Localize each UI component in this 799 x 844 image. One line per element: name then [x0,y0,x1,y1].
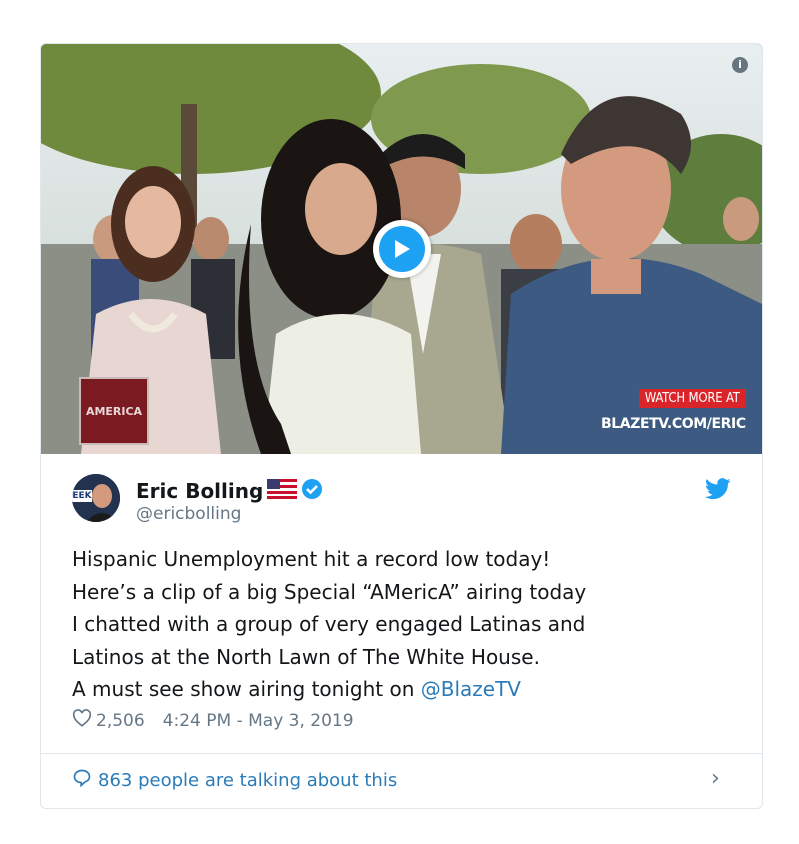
conversation-text[interactable]: 863 people are talking about this [98,770,397,791]
chevron-right-icon[interactable]: › [711,766,720,791]
tweet-line: Latinos at the North Lawn of The White H… [72,644,540,669]
info-icon[interactable]: i [732,57,748,73]
twitter-bird-icon[interactable] [705,478,731,504]
tweet-line: I chatted with a group of very engaged L… [72,612,586,636]
tweet-header: EEK Eric Bolling @ericbolling [72,474,732,530]
tweet-card: AMERICA WATCH MORE AT BLAZETV.COM/ERIC i… [40,43,763,809]
avatar[interactable]: EEK [72,474,120,522]
timestamp[interactable]: 4:24 PM - May 3, 2019 [163,711,354,731]
watch-more-overlay: WATCH MORE AT BLAZETV.COM/ERIC [601,387,746,432]
video-thumbnail[interactable]: AMERICA WATCH MORE AT BLAZETV.COM/ERIC i [41,44,762,454]
like-count[interactable]: 2,506 [96,711,145,731]
tweet-line-prefix: A must see show airing tonight on [72,677,421,701]
author-handle[interactable]: @ericbolling [136,504,241,524]
tweet-meta: 2,506 4:24 PM - May 3, 2019 [72,709,354,732]
verified-badge-icon [301,478,323,504]
heart-icon[interactable] [72,709,92,732]
divider [41,753,762,754]
show-logo-badge: AMERICA [79,377,149,445]
show-logo-text: AMERICA [85,404,143,418]
play-icon [379,226,425,272]
conversation-link[interactable]: 863 people are talking about this [72,768,397,793]
watch-more-label: WATCH MORE AT [638,389,746,408]
watch-more-url: BLAZETV.COM/ERIC [601,416,746,432]
author-name[interactable]: Eric Bolling [136,479,263,503]
play-button[interactable] [373,220,431,278]
comment-icon [72,768,92,793]
avatar-text: EEK [72,490,92,502]
tweet-line-last: A must see show airing tonight on @Blaze… [72,673,732,706]
us-flag-icon [267,479,298,503]
mention-link[interactable]: @BlazeTV [421,677,521,701]
tweet-text: Hispanic Unemployment hit a record low t… [72,543,732,706]
author-name-row[interactable]: Eric Bolling [136,478,323,504]
tweet-line: Here’s a clip of a big Special “AMericA”… [72,579,587,604]
tweet-line: Hispanic Unemployment hit a record low t… [72,547,551,571]
